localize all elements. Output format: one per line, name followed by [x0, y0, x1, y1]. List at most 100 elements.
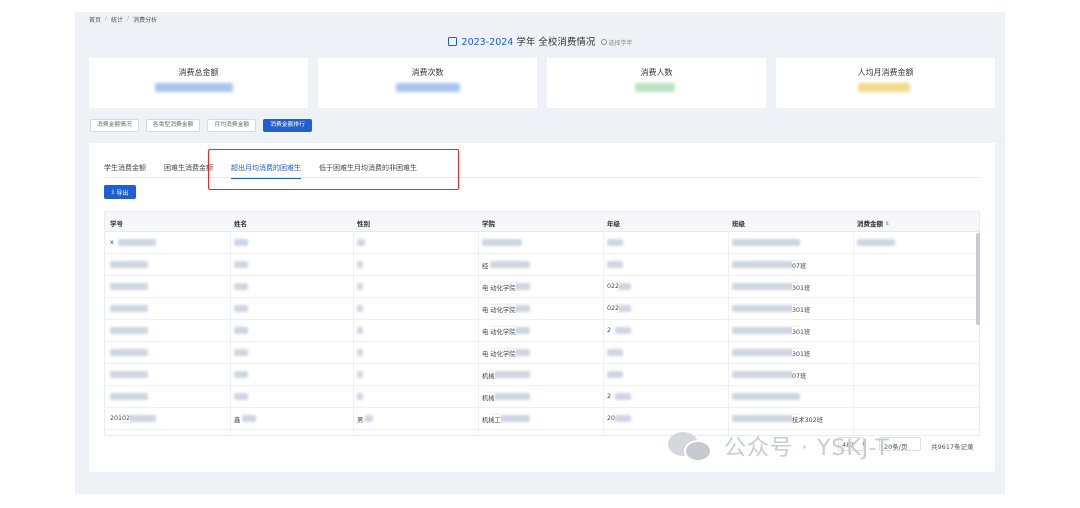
redacted-cell: [357, 393, 363, 400]
blurred-value: [858, 83, 910, 92]
stat-label: 消费总金额: [178, 68, 219, 77]
redacted-cell: [732, 371, 800, 378]
total-records: 共9617条记录: [931, 443, 974, 451]
redacted-cell: [357, 283, 363, 290]
btn-monthly-avg[interactable]: 月均消费金额: [207, 119, 257, 132]
breadcrumb-current: 消费分析: [133, 17, 158, 24]
redacted-cell: [357, 239, 365, 246]
table-row[interactable]: 20102 鑫 男 机械工 20 技术302班: [105, 408, 979, 430]
red-highlight-box: [208, 149, 459, 190]
redacted-cell: [365, 415, 373, 422]
cell-grade: 2: [607, 327, 612, 334]
stat-label: 消费次数: [411, 68, 444, 77]
select-year-hint[interactable]: 选择学年: [601, 39, 632, 47]
col-name: 姓名: [234, 220, 247, 228]
table-header: 学号 姓名 性别 学院 年级 班级 消费金额 ⇅: [105, 212, 979, 232]
breadcrumb-stats[interactable]: 统计: [111, 15, 123, 24]
cell-id: 20102: [110, 415, 131, 422]
cell-cls: 301班: [792, 283, 811, 292]
redacted-cell: [607, 371, 623, 378]
btn-amount-ranking[interactable]: 消费金额排行: [263, 119, 312, 132]
redacted-cell: [490, 371, 530, 378]
redacted-cell: [732, 305, 800, 312]
col-student-id: 学号: [110, 220, 123, 228]
blurred-value: [155, 83, 233, 92]
cell-gender: 男: [357, 415, 364, 424]
stat-label: 人均月消费金额: [857, 68, 914, 77]
redacted-cell: [234, 371, 248, 378]
btn-amount-by-type[interactable]: 各类型消费金额: [145, 119, 201, 132]
cell-cls: 301班: [792, 349, 811, 358]
redacted-cell: [357, 261, 363, 268]
table-scrollbar[interactable]: [976, 233, 980, 325]
table-row[interactable]: 经 07班: [105, 254, 979, 276]
breadcrumb-home[interactable]: 首页: [89, 15, 101, 24]
redacted-cell: [234, 349, 248, 356]
col-class: 班级: [732, 220, 745, 228]
cell-name: 鑫: [234, 415, 241, 424]
cell-college: 电 动化学院: [482, 305, 516, 314]
redacted-cell: [110, 349, 148, 356]
redacted-cell: [234, 239, 248, 246]
stat-card-count: 消费次数: [318, 58, 537, 108]
btn-amount-overview[interactable]: 消费金额情况: [90, 119, 139, 132]
cell-college: 机械: [482, 393, 495, 402]
cell-grade: 20: [607, 415, 616, 422]
cell-cls: 07班: [792, 261, 807, 270]
table-row[interactable]: 机械 2: [105, 386, 979, 408]
redacted-cell: [110, 305, 148, 312]
col-gender: 性别: [357, 220, 370, 228]
redacted-cell: [234, 305, 248, 312]
redacted-cell: [234, 283, 248, 290]
col-grade: 年级: [607, 220, 620, 228]
blurred-value: [635, 83, 675, 92]
export-button[interactable]: ⤓ 导出: [104, 185, 136, 199]
redacted-cell: [110, 261, 148, 268]
redacted-cell: [490, 393, 530, 400]
table-row[interactable]: 电 动化学院 2 301班: [105, 320, 979, 342]
redacted-cell: [110, 283, 148, 290]
table-row[interactable]: 电 动化学院 022 301班: [105, 298, 979, 320]
cell-college: 机械工: [482, 415, 501, 424]
table-row[interactable]: x: [105, 232, 979, 254]
redacted-cell: [234, 327, 248, 334]
download-icon: ⤓: [111, 188, 115, 195]
redacted-cell: [118, 239, 156, 246]
redacted-cell: [234, 261, 248, 268]
redacted-cell: [615, 327, 631, 334]
wechat-icon: [668, 430, 716, 462]
cell-grade: 022: [607, 305, 620, 312]
redacted-cell: [607, 239, 623, 246]
calendar-icon[interactable]: [447, 37, 457, 46]
redacted-cell: [242, 415, 256, 422]
redacted-cell: [732, 283, 800, 290]
redacted-cell: [732, 327, 800, 334]
redacted-cell: [607, 349, 623, 356]
table-row[interactable]: 电 动化学院 022 301班: [105, 276, 979, 298]
sort-icon[interactable]: ⇅: [885, 221, 889, 227]
table-row[interactable]: 电 动化学院 301班: [105, 342, 979, 364]
redacted-cell: [110, 327, 148, 334]
table-row[interactable]: 机械 07班: [105, 364, 979, 386]
stat-card-monthly-avg: 人均月消费金额: [776, 58, 995, 108]
blurred-value: [396, 83, 460, 92]
info-icon: [601, 39, 608, 45]
cell-college: 电 动化学院: [482, 349, 516, 358]
redacted-cell: [357, 327, 363, 334]
stat-card-total-amount: 消费总金额: [89, 58, 308, 108]
stat-card-people: 消费人数: [547, 58, 766, 108]
year-selector[interactable]: 2023-2024: [462, 37, 514, 48]
redacted-cell: [357, 349, 363, 356]
cell-cls: 301班: [792, 327, 811, 336]
redacted-cell: [607, 261, 623, 268]
redacted-cell: [732, 239, 800, 246]
redacted-cell: [110, 393, 148, 400]
redacted-cell: [732, 261, 800, 268]
cell-cls: 07班: [792, 371, 807, 380]
cell-college: 经: [482, 261, 489, 270]
cell-college: 机械: [482, 371, 495, 380]
cell-grade: 2: [607, 393, 612, 400]
col-amount[interactable]: 消费金额 ⇅: [857, 218, 889, 228]
watermark: 公众号 · YSKJ-T: [668, 430, 890, 462]
redacted-cell: [732, 415, 800, 422]
